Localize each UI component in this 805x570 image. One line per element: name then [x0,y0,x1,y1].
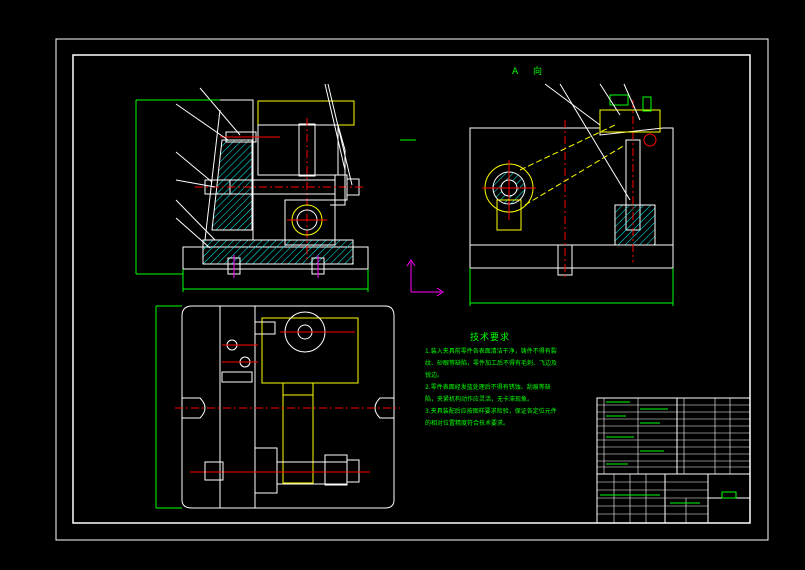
note-line: 2.零件表面经发蓝处理后不得有锈蚀、刮痕等缺 [425,384,551,391]
cad-drawing-canvas [55,38,769,541]
note-line: 的相对位置精度符合技术要求。 [425,420,510,427]
front-view [135,83,369,292]
note-line: 锐边。 [425,372,444,379]
note-line: 纹、砂眼等缺陷，零件加工后不得有毛刺、飞边及 [425,360,558,367]
ucs-axis-icon [406,259,444,297]
technical-requirements-notes: 1.装入夹具前零件各表面清洁干净，铸件不得有裂 纹、砂眼等缺陷，零件加工后不得有… [425,346,557,430]
note-line: 1.装入夹具前零件各表面清洁干净，铸件不得有裂 [425,348,557,355]
outer-border [55,38,769,541]
note-line: 3.夹具装配后应按图样要求检验，保证各定位元件 [425,408,557,415]
side-view [469,83,674,306]
title-block [596,397,751,524]
note-line: 陷，夹紧机构动作应灵活，无卡滞现象。 [425,396,534,403]
top-view [155,305,400,509]
technical-requirements-title: 技术要求 [470,333,511,343]
view-direction-label: A 向 [512,67,549,77]
